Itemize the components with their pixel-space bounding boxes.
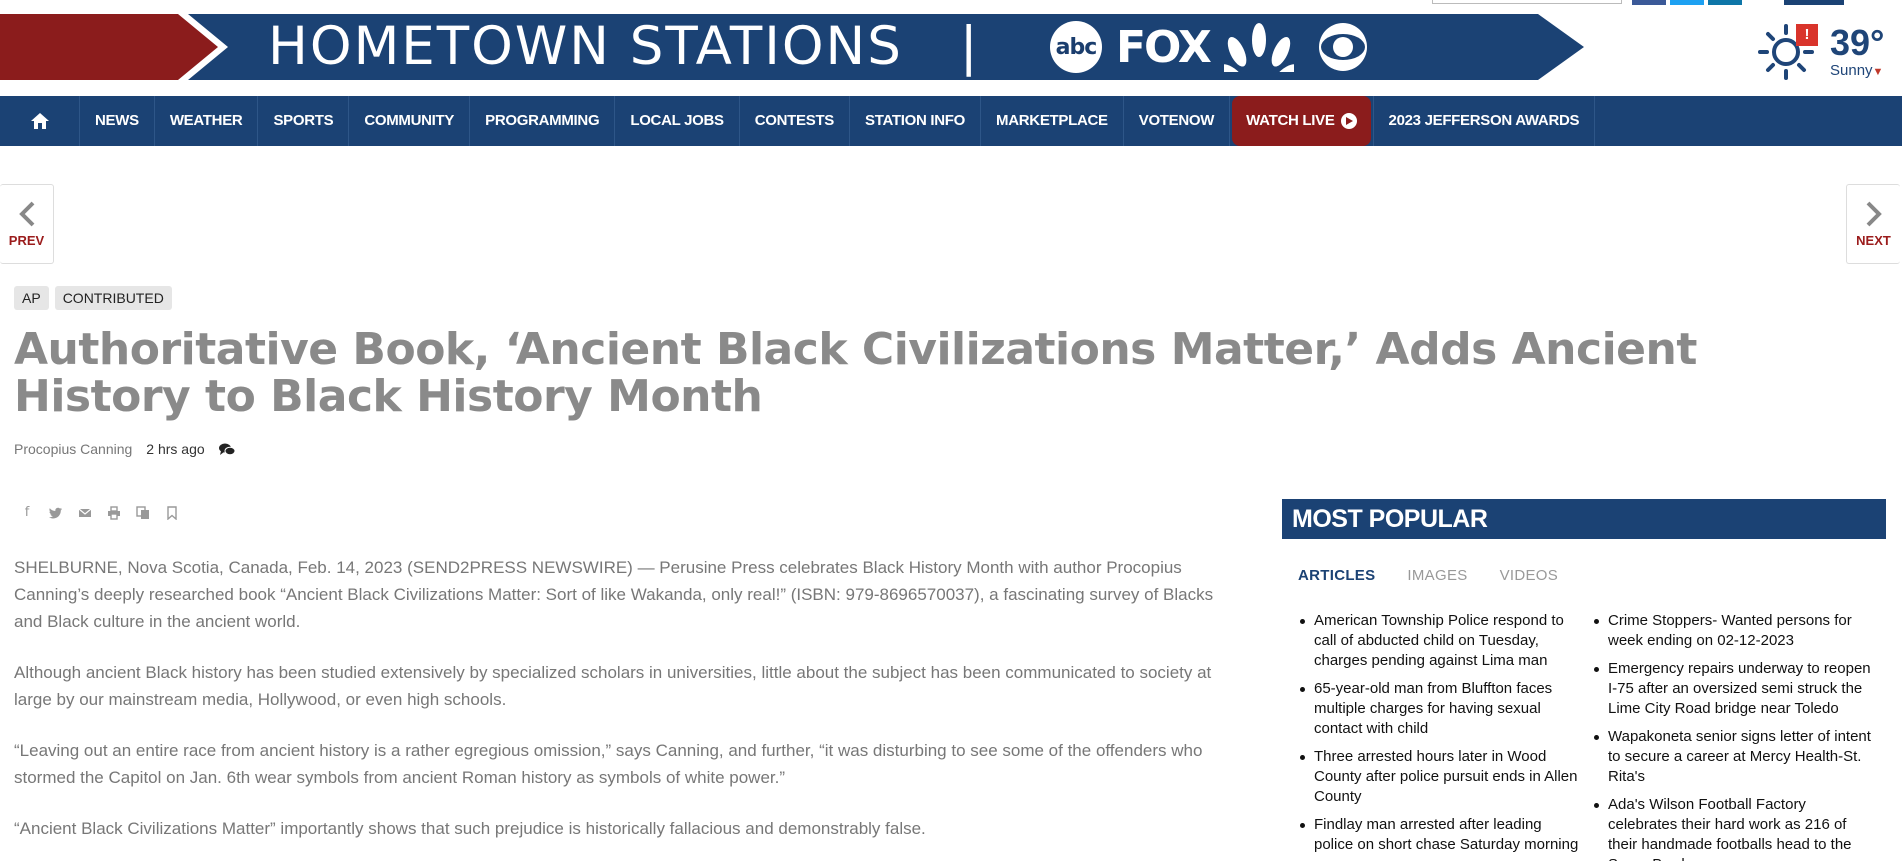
article-paragraph: “Ancient Black Civilizations Matter” imp… xyxy=(14,819,926,838)
search-box-edge[interactable] xyxy=(1432,0,1622,4)
nav-sports[interactable]: SPORTS xyxy=(258,96,350,146)
tab-articles[interactable]: ARTICLES xyxy=(1298,567,1375,597)
network-logos: abc FOX xyxy=(1050,18,1378,76)
banner-title-text: HOMETOWN STATIONS xyxy=(268,16,903,77)
most-popular-lists: American Township Police respond to call… xyxy=(1282,611,1886,861)
nav-weather[interactable]: WEATHER xyxy=(155,96,259,146)
nav-marketplace[interactable]: MARKETPLACE xyxy=(981,96,1124,146)
tag-ap[interactable]: AP xyxy=(14,286,49,310)
prev-label: PREV xyxy=(8,233,45,248)
copy-icon[interactable] xyxy=(136,506,150,520)
article-headline: Authoritative Book, ‘Ancient Black Civil… xyxy=(14,324,1697,422)
article-body: SHELBURNE, Nova Scotia, Canada, Feb. 14,… xyxy=(14,554,1240,861)
nav-watch-live-wrap: WATCH LIVE xyxy=(1230,96,1374,146)
most-popular-panel: MOST POPULAR ARTICLES IMAGES VIDEOS Amer… xyxy=(1282,499,1886,861)
header-top-controls xyxy=(1432,0,1844,6)
twitter-share-icon[interactable] xyxy=(49,506,63,520)
most-popular-tabs: ARTICLES IMAGES VIDEOS xyxy=(1282,567,1886,597)
comments-icon[interactable] xyxy=(218,443,235,456)
main-navigation: NEWS WEATHER SPORTS COMMUNITY PROGRAMMIN… xyxy=(0,96,1902,146)
banner-separator: | xyxy=(959,16,980,77)
weather-condition-text: Sunny xyxy=(1830,62,1873,79)
popular-article-link[interactable]: Crime Stoppers- Wanted persons for week … xyxy=(1592,611,1876,651)
chevron-left-icon xyxy=(18,201,34,227)
prev-article-button[interactable]: PREV xyxy=(0,184,54,264)
abc-logo: abc xyxy=(1050,21,1102,73)
email-share-icon[interactable] xyxy=(78,506,92,520)
popular-list-left: American Township Police respond to call… xyxy=(1298,611,1582,861)
nav-programming[interactable]: PROGRAMMING xyxy=(470,96,616,146)
article-byline: Procopius Canning 2 hrs ago xyxy=(14,441,235,457)
popular-article-link[interactable]: Emergency repairs underway to reopen I-7… xyxy=(1592,659,1876,719)
popular-article-link[interactable]: Wapakoneta senior signs letter of intent… xyxy=(1592,727,1876,787)
popular-article-link[interactable]: Three arrested hours later in Wood Count… xyxy=(1298,747,1582,807)
most-popular-title: MOST POPULAR xyxy=(1282,499,1886,539)
nav-local-jobs[interactable]: LOCAL JOBS xyxy=(615,96,740,146)
nav-watch-live[interactable]: WATCH LIVE xyxy=(1232,96,1371,146)
popular-article-link[interactable]: American Township Police respond to call… xyxy=(1298,611,1582,671)
article-paragraph: “Leaving out an entire race from ancient… xyxy=(14,741,1203,787)
weather-widget[interactable]: ! 39° Sunny▼ xyxy=(1756,14,1902,84)
account-button-edge[interactable] xyxy=(1784,0,1844,5)
tag-contributed[interactable]: CONTRIBUTED xyxy=(54,286,172,310)
popular-list-right: Crime Stoppers- Wanted persons for week … xyxy=(1592,611,1876,861)
site-banner[interactable]: HOMETOWN STATIONS | abc FOX ! 39° Sunny▼ xyxy=(0,0,1902,96)
article-tags: AP CONTRIBUTED xyxy=(14,286,172,310)
facebook-share-icon[interactable]: f xyxy=(20,506,34,520)
next-label: NEXT xyxy=(1856,233,1891,248)
watch-live-label: WATCH LIVE xyxy=(1246,112,1335,129)
print-icon[interactable] xyxy=(107,506,121,520)
nav-community[interactable]: COMMUNITY xyxy=(349,96,471,146)
linkedin-icon[interactable] xyxy=(1708,0,1742,5)
weather-temperature: 39° xyxy=(1830,22,1885,63)
facebook-icon[interactable] xyxy=(1632,0,1666,5)
banner-title: HOMETOWN STATIONS | xyxy=(268,14,980,80)
share-toolbar: f xyxy=(20,506,179,520)
nav-jefferson-awards[interactable]: 2023 JEFFERSON AWARDS xyxy=(1374,96,1596,146)
nav-contests[interactable]: CONTESTS xyxy=(740,96,851,146)
tab-videos[interactable]: VIDEOS xyxy=(1500,567,1558,597)
chevron-right-icon xyxy=(1866,201,1882,227)
weather-alert-icon[interactable]: ! xyxy=(1796,24,1818,46)
popular-article-link[interactable]: Ada's Wilson Football Factory celebrates… xyxy=(1592,795,1876,861)
article-paragraph: SHELBURNE, Nova Scotia, Canada, Feb. 14,… xyxy=(14,558,1214,631)
home-icon xyxy=(30,113,49,129)
publish-time: 2 hrs ago xyxy=(146,441,205,457)
nav-station-info[interactable]: STATION INFO xyxy=(850,96,982,146)
nav-votenow[interactable]: VOTENOW xyxy=(1124,96,1231,146)
author-link[interactable]: Procopius Canning xyxy=(14,441,132,457)
caret-down-icon: ▼ xyxy=(1872,66,1884,78)
popular-article-link[interactable]: 65-year-old man from Bluffton faces mult… xyxy=(1298,679,1582,739)
twitter-icon[interactable] xyxy=(1670,0,1704,5)
play-icon xyxy=(1340,113,1357,129)
nbc-peacock-logo xyxy=(1223,23,1294,72)
tab-images[interactable]: IMAGES xyxy=(1407,567,1467,597)
popular-article-link[interactable]: Findlay man arrested after leading polic… xyxy=(1298,815,1582,855)
next-article-button[interactable]: NEXT xyxy=(1846,184,1900,264)
article-paragraph: Although ancient Black history has been … xyxy=(14,663,1212,709)
nav-home[interactable] xyxy=(0,96,80,146)
bookmark-icon[interactable] xyxy=(165,506,179,520)
cbs-eye-logo xyxy=(1318,23,1367,71)
nav-news[interactable]: NEWS xyxy=(80,96,155,146)
weather-condition[interactable]: Sunny▼ xyxy=(1830,62,1883,79)
fox-logo: FOX xyxy=(1116,21,1212,73)
